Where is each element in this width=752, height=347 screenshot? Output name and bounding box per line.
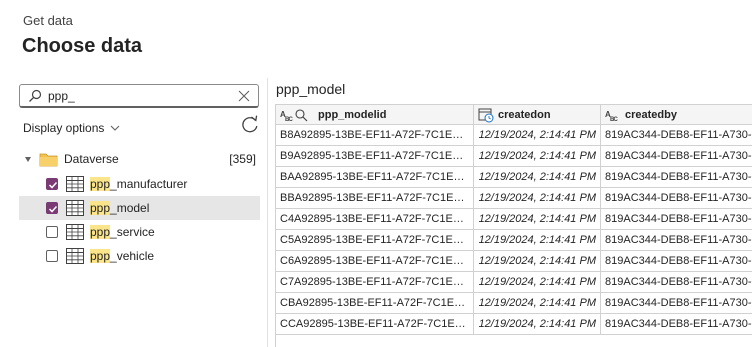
column-header-label: createdby <box>625 109 677 122</box>
table-icon <box>66 200 84 216</box>
cell-createdon[interactable]: 12/19/2024, 2:14:41 PM <box>474 146 601 166</box>
table-row: BAA92895-13BE-EF11-A72F-7C1E527... 12/19/… <box>276 167 752 188</box>
tree-item[interactable]: ppp_service <box>19 220 260 244</box>
cell-createdby[interactable]: 819AC344-DEB8-EF11-A730-00 <box>601 125 752 145</box>
search-box[interactable] <box>19 84 259 108</box>
cell-createdby[interactable]: 819AC344-DEB8-EF11-A730-00 <box>601 167 752 187</box>
tree-item-label: ppp_model <box>90 201 149 215</box>
preview-grid: A B C ppp_modelid createdon A B C create… <box>275 104 752 347</box>
cell-createdon[interactable]: 12/19/2024, 2:14:41 PM <box>474 251 601 271</box>
display-options-button[interactable]: Display options <box>23 121 120 135</box>
tree-item-label-rest: _vehicle <box>110 249 155 263</box>
preview-title: ppp_model <box>276 81 346 97</box>
tree-item-label-rest: _manufacturer <box>110 177 188 191</box>
tree-item[interactable]: ppp_vehicle <box>19 244 260 268</box>
get-data-subtitle: Get data <box>23 13 73 28</box>
table-row: C6A92895-13BE-EF11-A72F-7C1E527... 12/19/… <box>276 251 752 272</box>
cell-createdon[interactable]: 12/19/2024, 2:14:41 PM <box>474 188 601 208</box>
column-header-createdon[interactable]: createdon <box>474 105 601 125</box>
table-row: CBA92895-13BE-EF11-A72F-7C1E527... 12/19/… <box>276 293 752 314</box>
svg-text:C: C <box>289 117 294 122</box>
column-header-label: createdon <box>498 109 551 122</box>
grid-header-row: A B C ppp_modelid createdon A B C create… <box>276 104 752 125</box>
column-header-ppp-modelid[interactable]: A B C ppp_modelid <box>276 105 474 125</box>
cell-createdby[interactable]: 819AC344-DEB8-EF11-A730-00 <box>601 188 752 208</box>
cell-createdby[interactable]: 819AC344-DEB8-EF11-A730-00 <box>601 230 752 250</box>
tree-item-label: ppp_service <box>90 225 155 239</box>
svg-text:C: C <box>614 117 619 122</box>
folder-icon <box>39 153 58 167</box>
page-title: Choose data <box>22 35 143 57</box>
tree-item-label: ppp_vehicle <box>90 249 154 263</box>
table-row: B8A92895-13BE-EF11-A72F-7C1E527... 12/19/… <box>276 125 752 146</box>
cell-createdon[interactable]: 12/19/2024, 2:14:41 PM <box>474 293 601 313</box>
table-row: BBA92895-13BE-EF11-A72F-7C1E527... 12/19/… <box>276 188 752 209</box>
cell-ppp-modelid[interactable]: CBA92895-13BE-EF11-A72F-7C1E527... <box>276 293 474 313</box>
search-input[interactable] <box>48 87 228 105</box>
column-header-createdby[interactable]: A B C createdby <box>601 105 752 125</box>
table-icon <box>66 248 84 264</box>
text-type-icon: A B C <box>605 110 619 122</box>
cell-createdby[interactable]: 819AC344-DEB8-EF11-A730-00 <box>601 251 752 271</box>
cell-createdby[interactable]: 819AC344-DEB8-EF11-A730-00 <box>601 293 752 313</box>
cell-createdby[interactable]: 819AC344-DEB8-EF11-A730-00 <box>601 272 752 292</box>
tree-item-label-rest: _model <box>110 201 150 215</box>
display-options-label: Display options <box>23 121 105 135</box>
cell-createdon[interactable]: 12/19/2024, 2:14:41 PM <box>474 272 601 292</box>
tree-item-label-rest: _service <box>110 225 155 239</box>
cell-ppp-modelid[interactable]: BBA92895-13BE-EF11-A72F-7C1E527... <box>276 188 474 208</box>
checkbox[interactable] <box>46 250 58 262</box>
datetime-type-icon <box>478 108 494 123</box>
text-search-type-icon: A B C <box>280 109 308 122</box>
cell-ppp-modelid[interactable]: C5A92895-13BE-EF11-A72F-7C1E527... <box>276 230 474 250</box>
cell-createdon[interactable]: 12/19/2024, 2:14:41 PM <box>474 230 601 250</box>
cell-ppp-modelid[interactable]: C6A92895-13BE-EF11-A72F-7C1E527... <box>276 251 474 271</box>
cell-createdby[interactable]: 819AC344-DEB8-EF11-A730-00 <box>601 314 752 334</box>
table-row: C5A92895-13BE-EF11-A72F-7C1E527... 12/19/… <box>276 230 752 251</box>
cell-createdby[interactable]: 819AC344-DEB8-EF11-A730-00 <box>601 209 752 229</box>
cell-createdby[interactable]: 819AC344-DEB8-EF11-A730-00 <box>601 146 752 166</box>
cell-ppp-modelid[interactable]: CCA92895-13BE-EF11-A72F-7C1E527... <box>276 314 474 334</box>
table-icon <box>66 224 84 240</box>
tree-item[interactable]: ppp_manufacturer <box>19 172 260 196</box>
tree-item[interactable]: ppp_model <box>19 196 260 220</box>
search-match-highlight: ppp <box>90 177 111 191</box>
cell-createdon[interactable]: 12/19/2024, 2:14:41 PM <box>474 209 601 229</box>
cell-createdon[interactable]: 12/19/2024, 2:14:41 PM <box>474 125 601 145</box>
refresh-icon[interactable] <box>240 114 260 134</box>
search-match-highlight: ppp <box>90 201 111 215</box>
chevron-down-icon <box>110 125 120 131</box>
search-match-highlight: ppp <box>90 249 111 263</box>
checkbox[interactable] <box>46 178 58 190</box>
search-icon <box>29 89 42 102</box>
pane-divider[interactable] <box>267 78 268 347</box>
checkmark-icon <box>48 181 58 189</box>
cell-ppp-modelid[interactable]: B8A92895-13BE-EF11-A72F-7C1E527... <box>276 125 474 145</box>
checkbox[interactable] <box>46 202 58 214</box>
column-header-label: ppp_modelid <box>318 109 387 122</box>
cell-createdon[interactable]: 12/19/2024, 2:14:41 PM <box>474 167 601 187</box>
close-icon[interactable] <box>238 90 250 102</box>
search-match-highlight: ppp <box>90 225 111 239</box>
tree-root-count: [359] <box>229 152 256 166</box>
cell-createdon[interactable]: 12/19/2024, 2:14:41 PM <box>474 314 601 334</box>
table-row: B9A92895-13BE-EF11-A72F-7C1E527... 12/19/… <box>276 146 752 167</box>
cell-ppp-modelid[interactable]: C7A92895-13BE-EF11-A72F-7C1E527... <box>276 272 474 292</box>
tree-root-label: Dataverse <box>64 152 119 166</box>
checkmark-icon <box>48 205 58 213</box>
caret-down-icon[interactable] <box>23 155 33 163</box>
table-row: C4A92895-13BE-EF11-A72F-7C1E527... 12/19/… <box>276 209 752 230</box>
table-row: C7A92895-13BE-EF11-A72F-7C1E527... 12/19/… <box>276 272 752 293</box>
tree-item-label: ppp_manufacturer <box>90 177 187 191</box>
checkbox[interactable] <box>46 226 58 238</box>
cell-ppp-modelid[interactable]: BAA92895-13BE-EF11-A72F-7C1E527... <box>276 167 474 187</box>
table-row: CCA92895-13BE-EF11-A72F-7C1E527... 12/19/… <box>276 314 752 335</box>
cell-ppp-modelid[interactable]: B9A92895-13BE-EF11-A72F-7C1E527... <box>276 146 474 166</box>
table-icon <box>66 176 84 192</box>
cell-ppp-modelid[interactable]: C4A92895-13BE-EF11-A72F-7C1E527... <box>276 209 474 229</box>
tree-root-dataverse[interactable]: Dataverse [359] <box>19 148 260 170</box>
